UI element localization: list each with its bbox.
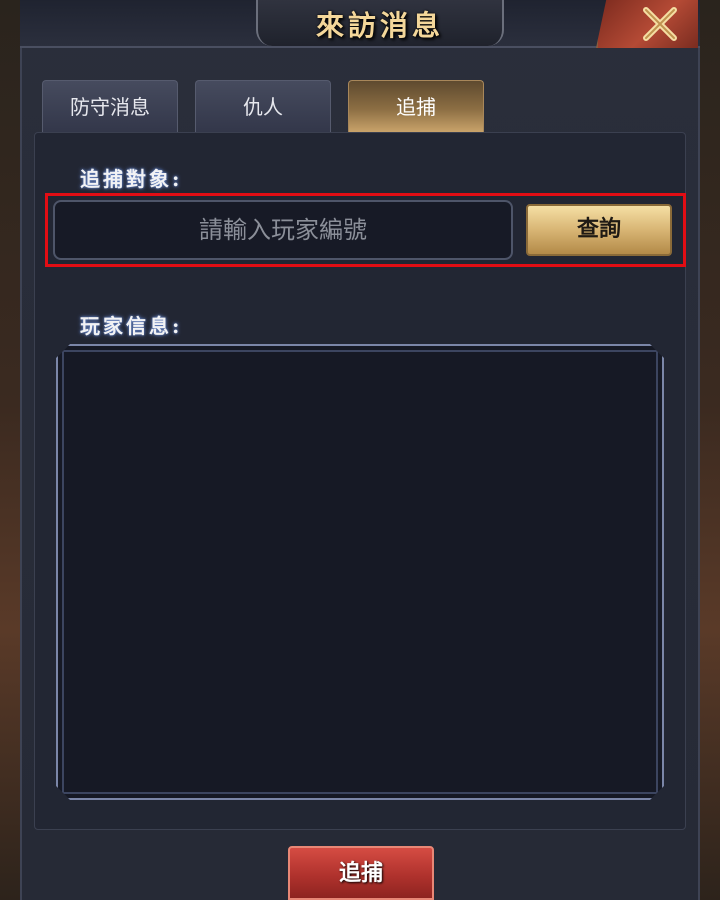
player-info-panel	[56, 344, 664, 800]
tab-enemies[interactable]: 仇人	[195, 80, 331, 132]
close-x-icon	[643, 7, 677, 41]
dialog-title: 來訪消息	[315, 9, 444, 42]
arrest-target-label: 追捕對象:	[80, 167, 183, 191]
title-plate: 來訪消息	[256, 0, 504, 46]
player-info-label: 玩家信息:	[80, 314, 183, 338]
tab-arrest[interactable]: 追捕	[348, 80, 484, 132]
close-button[interactable]	[596, 0, 698, 48]
tab-defense-messages[interactable]: 防守消息	[42, 80, 178, 132]
query-button[interactable]: 查詢	[526, 204, 672, 256]
arrest-button[interactable]: 追捕	[288, 846, 434, 900]
player-id-input[interactable]	[53, 200, 513, 260]
